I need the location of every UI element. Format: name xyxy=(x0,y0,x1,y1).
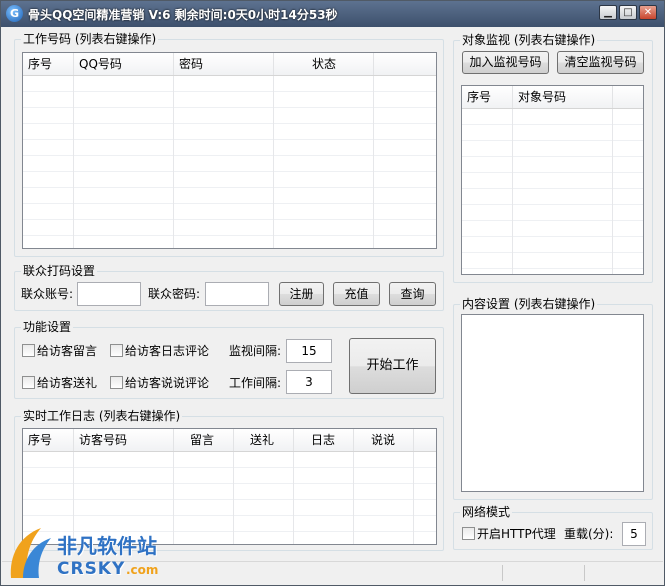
reload-minutes-label: 重载(分): xyxy=(564,527,614,541)
send-gift-label: 给访客送礼 xyxy=(37,376,98,390)
http-proxy-label: 开启HTTP代理 xyxy=(477,527,556,541)
log-col-gift[interactable]: 送礼 xyxy=(234,429,294,451)
send-gift-checkbox[interactable] xyxy=(22,376,35,389)
captcha-password-label: 联众密码: xyxy=(148,287,201,301)
window-title: 骨头QQ空间精准营销 V:6 剩余时间:0天0小时14分53秒 xyxy=(28,8,338,22)
log-col-message[interactable]: 留言 xyxy=(174,429,234,451)
content-textarea[interactable] xyxy=(461,314,644,492)
watermark-logo-icon xyxy=(10,528,51,578)
maximize-icon: □ xyxy=(623,7,633,18)
col-qq-number[interactable]: QQ号码 xyxy=(74,53,174,75)
recharge-button[interactable]: 充值 xyxy=(333,282,380,306)
work-interval-label: 工作间隔: xyxy=(229,376,282,390)
watermark-text-en: CRSKY xyxy=(57,559,126,579)
main-window: G 骨头QQ空间精准营销 V:6 剩余时间:0天0小时14分53秒 ▁ □ ✕ … xyxy=(0,0,665,586)
col-index[interactable]: 序号 xyxy=(23,53,74,75)
work-log-header: 序号 访客号码 留言 送礼 日志 说说 xyxy=(23,429,436,452)
monitor-col-index[interactable]: 序号 xyxy=(462,86,513,108)
work-log-title: 实时工作日志 (列表右键操作) xyxy=(21,408,183,424)
monitor-interval-input[interactable]: 15 xyxy=(286,339,332,363)
work-interval-input[interactable]: 3 xyxy=(286,370,332,394)
log-col-blog[interactable]: 日志 xyxy=(294,429,354,451)
http-proxy-checkbox[interactable] xyxy=(462,527,475,540)
leave-message-label: 给访客留言 xyxy=(37,344,98,358)
app-logo-icon: G xyxy=(6,5,23,22)
log-col-shuoshuo[interactable]: 说说 xyxy=(354,429,414,451)
monitor-list-header: 序号 对象号码 xyxy=(462,86,643,109)
function-settings-title: 功能设置 xyxy=(21,319,74,335)
shuoshuo-comment-checkbox[interactable] xyxy=(110,376,123,389)
add-monitor-button[interactable]: 加入监视号码 xyxy=(462,51,549,74)
blog-comment-checkbox[interactable] xyxy=(110,344,123,357)
network-mode-title: 网络模式 xyxy=(460,504,513,520)
minimize-button[interactable]: ▁ xyxy=(599,5,617,20)
leave-message-checkbox[interactable] xyxy=(22,344,35,357)
object-monitor-title: 对象监视 (列表右键操作) xyxy=(460,32,598,48)
captcha-password-input[interactable] xyxy=(205,282,269,306)
blog-comment-label: 给访客日志评论 xyxy=(125,344,210,358)
reload-minutes-input[interactable]: 5 xyxy=(622,522,646,546)
work-accounts-rows xyxy=(23,76,436,248)
work-accounts-header: 序号 QQ号码 密码 状态 xyxy=(23,53,436,76)
crsky-watermark: 非凡软件站 CRSKY .com xyxy=(7,526,167,584)
monitor-col-target[interactable]: 对象号码 xyxy=(513,86,613,108)
log-col-visitor[interactable]: 访客号码 xyxy=(74,429,174,451)
col-password[interactable]: 密码 xyxy=(174,53,274,75)
watermark-text-cn: 非凡软件站 xyxy=(57,534,157,558)
close-icon: ✕ xyxy=(643,7,653,18)
monitor-list[interactable]: 序号 对象号码 xyxy=(461,85,644,275)
monitor-list-rows xyxy=(462,109,643,274)
minimize-icon: ▁ xyxy=(604,7,612,18)
register-button[interactable]: 注册 xyxy=(279,282,324,306)
shuoshuo-comment-label: 给访客说说评论 xyxy=(125,376,210,390)
col-status[interactable]: 状态 xyxy=(274,53,374,75)
close-button[interactable]: ✕ xyxy=(639,5,657,20)
captcha-account-label: 联众账号: xyxy=(21,287,74,301)
title-bar[interactable]: G 骨头QQ空间精准营销 V:6 剩余时间:0天0小时14分53秒 ▁ □ ✕ xyxy=(1,1,664,27)
watermark-text-domain: .com xyxy=(126,563,159,577)
query-button[interactable]: 查询 xyxy=(389,282,436,306)
maximize-button[interactable]: □ xyxy=(619,5,637,20)
work-accounts-title: 工作号码 (列表右键操作) xyxy=(21,31,159,47)
captcha-settings-title: 联众打码设置 xyxy=(21,263,98,279)
log-col-index[interactable]: 序号 xyxy=(23,429,74,451)
clear-monitor-button[interactable]: 清空监视号码 xyxy=(557,51,644,74)
monitor-interval-label: 监视间隔: xyxy=(229,344,282,358)
work-accounts-list[interactable]: 序号 QQ号码 密码 状态 xyxy=(22,52,437,249)
start-work-button[interactable]: 开始工作 xyxy=(349,338,436,394)
content-settings-title: 内容设置 (列表右键操作) xyxy=(460,296,598,312)
captcha-account-input[interactable] xyxy=(77,282,141,306)
